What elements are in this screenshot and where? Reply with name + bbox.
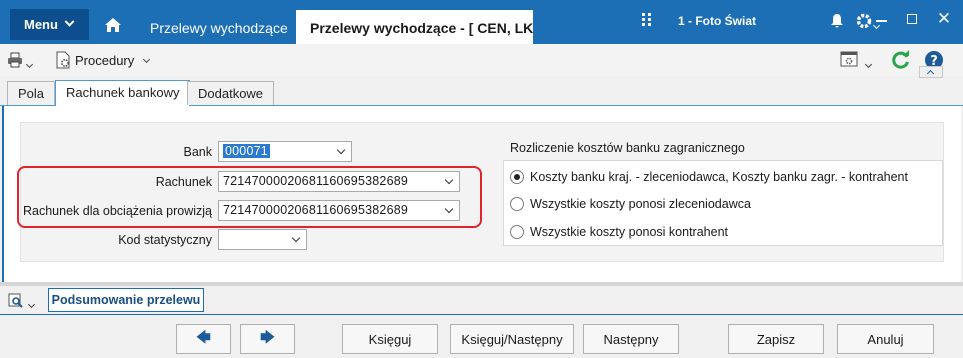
tab-additional[interactable]: Dodatkowe — [187, 81, 275, 105]
preview-chevron-icon[interactable] — [27, 296, 36, 310]
cancel-button[interactable]: Anuluj — [837, 324, 934, 354]
arrow-left-icon: 🡄 — [196, 329, 211, 345]
window-settings-chevron-icon[interactable] — [864, 56, 873, 70]
radio-costs-split[interactable] — [510, 170, 524, 184]
chevron-down-icon — [291, 233, 301, 243]
tab-outgoing-transfer-document[interactable]: Przelewy wychodzące - [ CEN, LK01 — [296, 10, 533, 44]
stat-code-combo[interactable] — [218, 229, 307, 250]
maximize-icon[interactable] — [907, 14, 917, 24]
grid-icon[interactable] — [642, 13, 656, 27]
procedures-label: Procedury — [75, 53, 135, 68]
company-label[interactable]: 1 - Foto Świat — [678, 14, 756, 28]
tab-bank-account[interactable]: Rachunek bankowy — [55, 80, 191, 106]
print-chevron-icon[interactable] — [25, 56, 34, 70]
menu-button[interactable]: Menu — [10, 9, 89, 40]
radio-costs-recipient-label[interactable]: Wszystkie koszty ponosi kontrahent — [530, 225, 728, 239]
radio-costs-split-label[interactable]: Koszty banku kraj. - zleceniodawca, Kosz… — [530, 170, 908, 184]
menu-label: Menu — [24, 17, 58, 32]
radio-costs-recipient[interactable] — [510, 225, 524, 239]
previous-button[interactable]: 🡄 — [176, 324, 231, 354]
printer-icon[interactable] — [7, 52, 23, 71]
bottom-tab-line — [0, 314, 963, 315]
next-button[interactable]: Następny — [583, 324, 679, 354]
gear-icon[interactable] — [855, 12, 873, 33]
radio-costs-sender-label[interactable]: Wszystkie koszty ponosi zleceniodawca — [530, 197, 751, 211]
bank-label: Bank — [183, 145, 213, 159]
procedures-icon[interactable] — [55, 51, 71, 72]
bank-value: 000071 — [223, 144, 270, 158]
save-button[interactable]: Zapisz — [728, 324, 824, 354]
chevron-up-icon — [926, 69, 935, 78]
window-settings-icon[interactable] — [840, 51, 858, 70]
bell-icon[interactable] — [830, 13, 844, 32]
home-icon[interactable] — [104, 17, 122, 33]
minimize-icon[interactable] — [876, 20, 887, 22]
collapse-button[interactable] — [919, 66, 943, 78]
preview-icon[interactable] — [7, 292, 25, 313]
next-record-button[interactable]: 🡆 — [240, 324, 295, 354]
chevron-down-icon — [64, 16, 75, 27]
refresh-icon[interactable] — [891, 50, 911, 73]
tab-fields[interactable]: Pola — [7, 81, 56, 105]
summary-tab[interactable]: Podsumowanie przelewu — [48, 288, 204, 312]
chevron-down-icon — [336, 145, 346, 155]
close-icon[interactable]: ✕ — [936, 10, 952, 27]
costs-title: Rozliczenie kosztów banku zagranicznego — [510, 141, 745, 155]
chevron-down-icon — [142, 55, 150, 64]
post-next-button[interactable]: Księguj/Następny — [450, 324, 574, 354]
procedures-button[interactable]: Procedury — [75, 53, 150, 68]
tab-outgoing-transfers[interactable]: Przelewy wychodzące — [150, 20, 288, 36]
arrow-right-icon: 🡆 — [260, 329, 275, 345]
stat-code-label: Kod statystyczny — [118, 233, 212, 247]
highlight-frame — [17, 166, 482, 228]
post-button[interactable]: Księguj — [342, 324, 438, 354]
bank-combo[interactable]: 000071 — [218, 141, 352, 162]
radio-costs-sender[interactable] — [510, 197, 524, 211]
